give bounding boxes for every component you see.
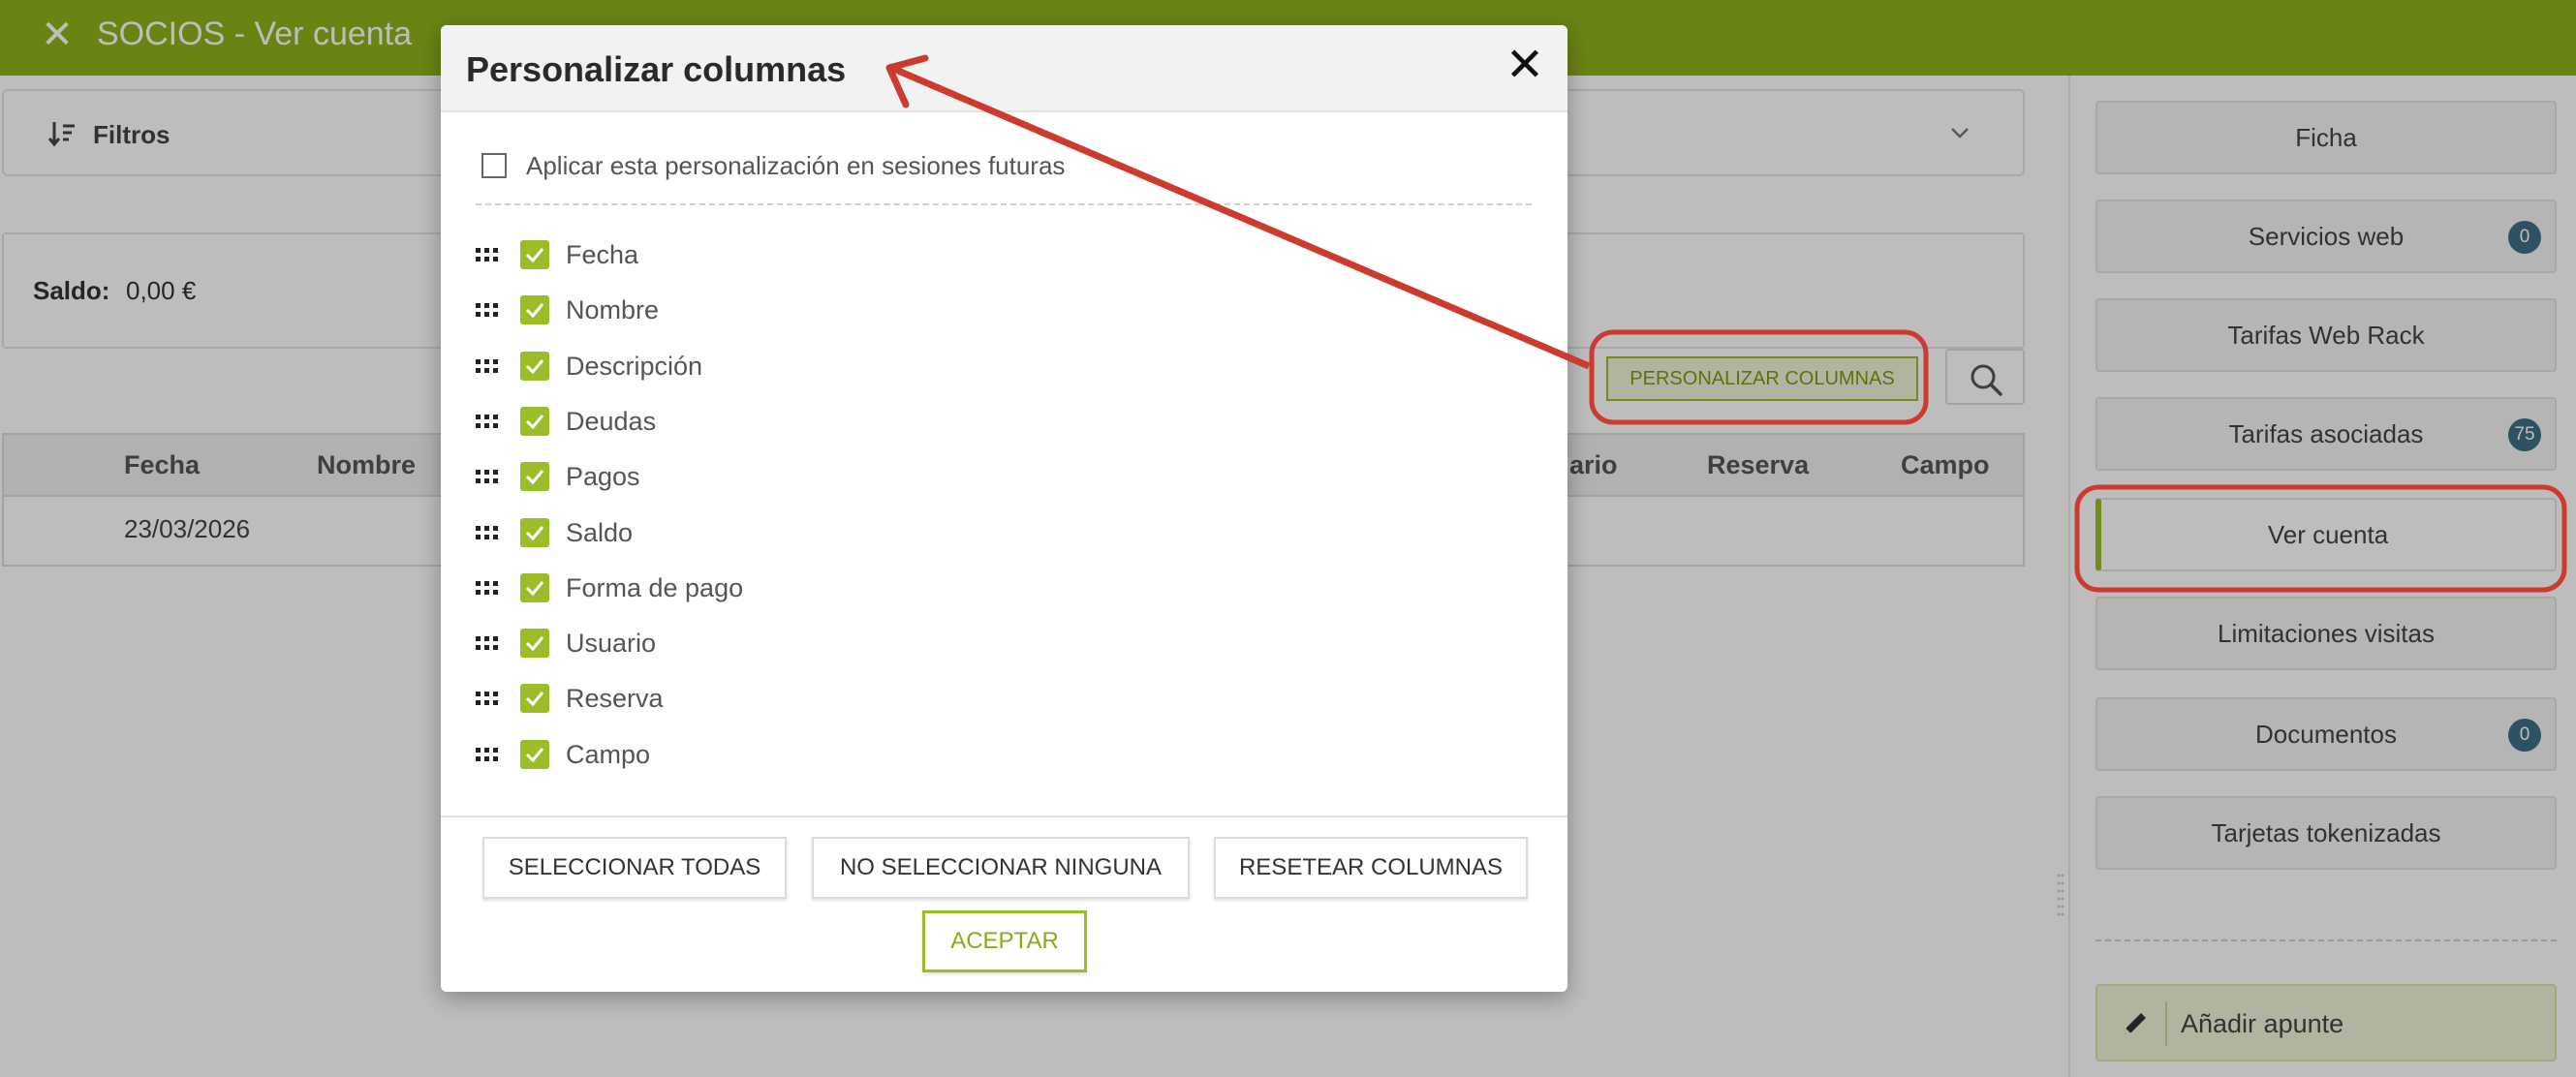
drag-handle-icon[interactable] <box>476 248 499 265</box>
column-checkbox[interactable] <box>520 295 549 324</box>
check-icon <box>525 581 544 597</box>
column-checkbox[interactable] <box>520 518 549 547</box>
drag-handle-icon[interactable] <box>476 526 499 543</box>
drag-handle-icon[interactable] <box>476 636 499 654</box>
drag-handle-icon[interactable] <box>476 692 499 709</box>
check-icon <box>525 692 544 707</box>
column-checkbox[interactable] <box>520 352 549 381</box>
check-icon <box>525 526 544 541</box>
column-label: Deudas <box>566 407 657 436</box>
select-none-button[interactable]: NO SELECCIONAR NINGUNA <box>812 837 1190 899</box>
column-checkbox[interactable] <box>520 462 549 491</box>
column-label: Nombre <box>566 295 660 324</box>
column-label: Descripción <box>566 352 703 381</box>
column-checkbox[interactable] <box>520 240 549 269</box>
drag-handle-icon[interactable] <box>476 415 499 432</box>
column-checkbox[interactable] <box>520 629 549 658</box>
check-icon <box>525 470 544 485</box>
column-label: Pagos <box>566 462 640 491</box>
check-icon <box>525 636 544 652</box>
dialog-title: Personalizar columnas <box>466 49 847 89</box>
drag-handle-icon[interactable] <box>476 303 499 321</box>
future-sessions-checkbox[interactable] <box>481 153 507 178</box>
column-checkbox[interactable] <box>520 684 549 713</box>
column-checkbox[interactable] <box>520 407 549 436</box>
column-label: Forma de pago <box>566 573 744 602</box>
close-icon[interactable]: ✕ <box>1504 43 1546 89</box>
check-icon <box>525 415 544 430</box>
select-all-button[interactable]: SELECCIONAR TODAS <box>482 837 787 899</box>
column-label: Fecha <box>566 240 639 269</box>
column-checkbox[interactable] <box>520 740 549 769</box>
column-label: Saldo <box>566 518 634 547</box>
future-sessions-label: Aplicar esta personalización en sesiones… <box>526 151 1066 180</box>
column-checkbox[interactable] <box>520 573 549 602</box>
personalizar-columnas-dialog: Personalizar columnas ✕ Aplicar esta per… <box>441 25 1567 992</box>
column-label: Campo <box>566 740 651 769</box>
drag-handle-icon[interactable] <box>476 470 499 487</box>
drag-handle-icon[interactable] <box>476 748 499 765</box>
check-icon <box>525 303 544 319</box>
column-label: Reserva <box>566 684 664 713</box>
check-icon <box>525 359 544 375</box>
accept-button[interactable]: ACEPTAR <box>922 910 1087 972</box>
reset-columns-button[interactable]: RESETEAR COLUMNAS <box>1214 837 1528 899</box>
drag-handle-icon[interactable] <box>476 359 499 377</box>
dialog-header: Personalizar columnas ✕ <box>441 25 1567 112</box>
check-icon <box>525 248 544 263</box>
drag-handle-icon[interactable] <box>476 581 499 599</box>
dialog-footer-divider <box>441 815 1567 817</box>
check-icon <box>525 748 544 763</box>
column-label: Usuario <box>566 629 657 658</box>
dialog-divider <box>476 203 1532 205</box>
